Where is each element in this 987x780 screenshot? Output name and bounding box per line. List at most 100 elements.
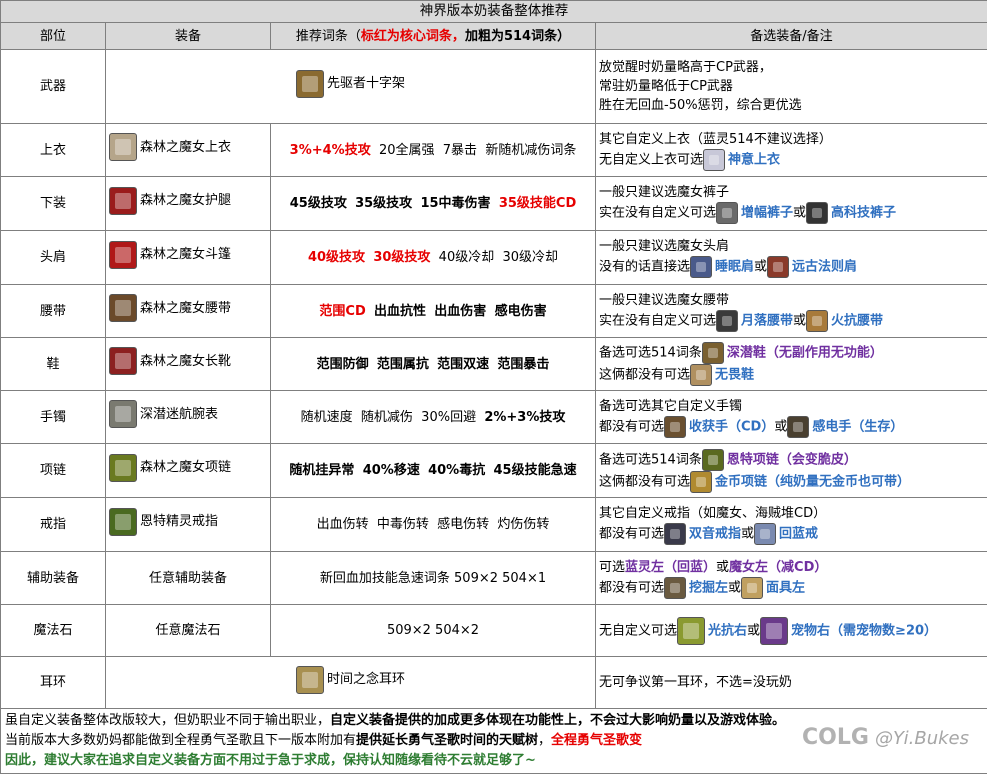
equip-shoes: 森林之魔女长靴 [105,337,271,391]
affix: 30%回避 [421,409,477,425]
affix: 感电伤害 [494,303,547,319]
affix: 范围暴击 [497,356,550,372]
equip-top-name: 森林之魔女上衣 [140,139,232,155]
watermark-handle: @Yi.Bukes [874,728,969,749]
alt-item: 火抗腰带 [831,313,884,328]
footer-text: 当前版本大多数奶妈都能做到全程勇气圣歌且下一版本附加有 [5,733,357,748]
affix: 出血抗性 [374,303,427,319]
affix: 灼伤伤转 [497,517,550,532]
affix: 新随机减伤词条 [485,142,577,158]
ent-ring-icon [109,507,137,536]
slot-pants: 下装 [0,176,106,231]
affix: 范围CD [319,303,366,319]
notes-necklace: 备选可选514词条 恩特项链（会变脆皮） 这俩都没有可选 金币项链（纯奶量无金币也可… [595,443,987,498]
equip-weapon: 先驱者十字架 [105,49,596,124]
affix: 3%+4%技攻 [289,142,371,158]
affix-ring: 出血伤转 中毒伤转 感电伤转 灼伤伤转 [270,497,596,552]
equip-top: 森林之魔女上衣 [105,123,271,177]
affix: 2%+3%技攻 [484,409,566,425]
note-text: 无自定义上衣可选 [599,152,704,167]
note-line: 一般只建议选魔女腰带 [599,292,730,308]
header-equip: 装备 [105,22,271,50]
row-shoes: 鞋 森林之魔女长靴 范围防御 范围属抗 范围双速 范围暴击 备选可选514词条 深… [0,337,987,391]
affix: 7暴击 [442,142,478,158]
alt-item: 收获手（CD） [689,419,775,434]
mana-ring-icon [754,523,777,545]
affix: 随机速度 [300,409,353,425]
slot-shoes: 鞋 [0,337,106,391]
slot-support: 辅助装备 [0,551,106,605]
affix-pants: 45级技攻 35级技攻 15中毒伤害 35级技能CD [270,176,596,231]
equip-ring-name: 恩特精灵戒指 [140,514,219,529]
note-line: 备选可选其它自定义手镯 [599,398,743,414]
note-text: 实在没有自定义可选 [599,205,717,221]
alt-item: 光抗右 [708,623,748,638]
note-text: 备选可选514词条 [599,345,702,361]
alt-item: 神意上衣 [728,152,781,167]
note-text: 或 [716,559,730,575]
note-text: 或 [793,205,807,221]
affix: 随机减伤 [360,409,413,425]
equip-weapon-name: 先驱者十字架 [326,76,405,91]
affix: 出血伤转 [316,517,369,532]
affix: 随机挂异常 [289,463,355,478]
affix: 40%毒抗 [428,463,486,478]
notes-top: 其它自定义上衣（蓝灵514不建议选择） 无自定义上衣可选 神意上衣 [595,123,987,177]
alt-item: 远古法则肩 [792,259,858,275]
row-weapon: 武器 先驱者十字架 放觉醒时奶量略高于CP武器， 常驻奶量略低于CP武器 胜在无… [0,49,987,124]
row-support: 辅助装备 任意辅助装备 新回血加技能急速词条 509×2 504×1 可选蓝灵左… [0,551,987,605]
alt-item: 高科技裤子 [831,205,897,221]
notes-ring: 其它自定义戒指（如魔女、海贼堆CD） 都没有可选 双音戒指或 回蓝戒 [595,497,987,552]
equip-earring-name: 时间之念耳环 [326,672,405,687]
equip-stone: 任意魔法石 [105,604,271,657]
note-line: 胜在无回血-50%惩罚，综合更优选 [599,98,802,113]
equip-shoulder: 森林之魔女斗篷 [105,230,271,285]
affix: 15中毒伤害 [420,196,491,211]
note-text: 或 [747,623,761,638]
equip-earring: 时间之念耳环 [105,656,596,709]
affix-support: 新回血加技能急速词条 509×2 504×1 [270,551,596,605]
note-text: 都没有可选 [599,526,665,542]
equip-pants-name: 森林之魔女护腿 [140,193,232,208]
header-affix-bold: 加粗为514词条） [464,28,571,44]
affix: 出血伤害 [434,303,487,319]
row-top: 上衣 森林之魔女上衣 3%+4%技攻 20全属强 7暴击 新随机减伤词条 其它自… [0,123,987,177]
alt-item: 双音戒指 [689,526,742,542]
equip-belt-name: 森林之魔女腰带 [140,300,232,316]
alt-item: 面具左 [766,580,806,595]
affix-top: 3%+4%技攻 20全属强 7暴击 新随机减伤词条 [270,123,596,177]
note-text: 或 [793,313,807,328]
cross-weapon-icon [295,69,324,98]
affix: 范围双速 [437,356,490,372]
row-belt: 腰带 森林之魔女腰带 范围CD 出血抗性 出血伤害 感电伤害 一般只建议选魔女腰… [0,284,987,338]
row-necklace: 项链 森林之魔女项链 随机挂异常 40%移速 40%毒抗 45级技能急速 备选可… [0,443,987,498]
affix: 45级技攻 [289,196,347,211]
sleep-shoulder-icon [690,256,713,278]
affix: 30级技攻 [373,250,431,265]
colg-logo: COLG [802,725,869,750]
slot-weapon: 武器 [0,49,106,124]
affix: 45级技能急速 [493,463,577,478]
watermark: COLG @Yi.Bukes [802,725,969,750]
note-text: 这俩都没有可选 [599,474,691,489]
footer-text-red: 全程勇气圣歌变 [551,733,643,748]
note-text: 无自定义可选 [599,623,678,638]
equip-pants: 森林之魔女护腿 [105,176,271,231]
affix: 中毒伤转 [376,517,429,532]
slot-earring: 耳环 [0,656,106,709]
dual-tone-ring-icon [664,523,687,545]
slot-ring: 戒指 [0,497,106,552]
notes-pants: 一般只建议选魔女裤子 实在没有自定义可选 增幅裤子或 高科技裤子 [595,176,987,231]
affix: 20全属强 [378,142,435,158]
row-shoulder: 头肩 森林之魔女斗篷 40级技攻 30级技攻 40级冷却 30级冷却 一般只建议… [0,230,987,285]
alt-item: 金币项链（纯奶量无金币也可带） [715,474,911,489]
light-resist-stone-icon [677,616,706,645]
header-affix-red: 标红为核心词条， [360,28,465,44]
affix: 范围属抗 [376,356,429,372]
witch-belt-icon [109,294,137,322]
note-text: 备选可选514词条 [599,452,702,467]
gold-necklace-icon [690,470,713,493]
table-title: 神界版本奶装备整体推荐 [0,0,987,23]
note-line: 一般只建议选魔女头肩 [599,239,730,254]
ancient-shoulder-icon [767,256,790,278]
